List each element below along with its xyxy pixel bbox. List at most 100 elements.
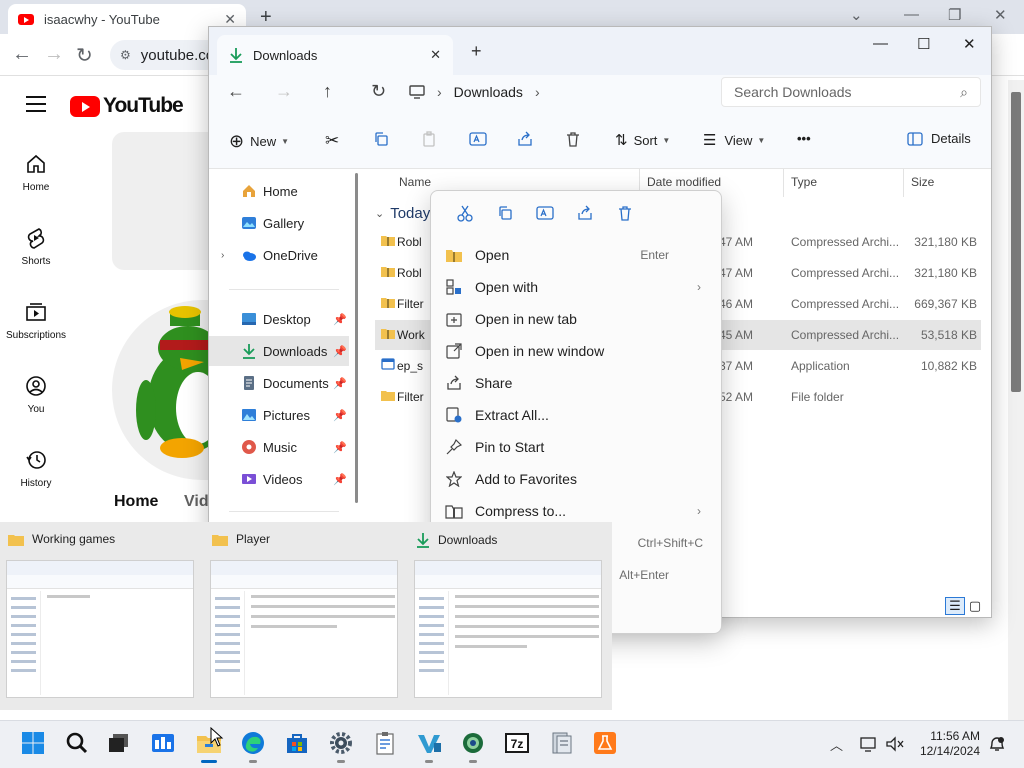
more-options-button[interactable]: •••: [797, 131, 811, 146]
back-arrow-icon[interactable]: ←: [12, 43, 32, 66]
copy-icon[interactable]: [373, 131, 389, 147]
taskbar-notepad[interactable]: [370, 728, 400, 758]
taskbar-store[interactable]: [282, 728, 312, 758]
minimize-explorer-button[interactable]: —: [873, 35, 888, 52]
menu-item-open-new-tab[interactable]: Open in new tab: [435, 303, 717, 335]
yt-nav-you[interactable]: You: [0, 374, 72, 415]
yt-nav-subscriptions[interactable]: Subscriptions: [0, 300, 72, 341]
sidebar-item-desktop[interactable]: Desktop 📌: [209, 304, 349, 334]
rename-icon[interactable]: [525, 205, 565, 221]
menu-item-open-with[interactable]: Open with ›: [435, 271, 717, 303]
menu-item-open[interactable]: Open Enter: [435, 239, 717, 271]
youtube-logo[interactable]: YouTube: [70, 94, 184, 118]
sidebar-item-documents[interactable]: Documents 📌: [209, 368, 349, 398]
sidebar-item-pictures[interactable]: Pictures 📌: [209, 400, 349, 430]
forward-arrow-icon[interactable]: →: [275, 81, 293, 102]
thumbnail-downloads[interactable]: Downloads: [408, 522, 604, 710]
column-divider[interactable]: [903, 169, 904, 197]
delete-icon[interactable]: [605, 205, 645, 221]
group-header-today[interactable]: ⌄ Today: [375, 205, 430, 222]
sidebar-item-music[interactable]: Music 📌: [209, 432, 349, 462]
large-icons-view-icon[interactable]: ▢: [965, 597, 985, 615]
taskbar-7zip[interactable]: 7z: [502, 728, 532, 758]
task-view-button[interactable]: [104, 728, 134, 758]
new-explorer-tab-button[interactable]: +: [471, 41, 482, 62]
taskbar-settings[interactable]: [326, 728, 356, 763]
explorer-tab-downloads[interactable]: Downloads ✕: [217, 35, 453, 75]
details-view-icon[interactable]: ☰: [945, 597, 965, 615]
close-tab-icon[interactable]: ✕: [430, 47, 441, 63]
start-button[interactable]: [18, 728, 48, 758]
paste-icon[interactable]: [421, 131, 437, 147]
pin-icon[interactable]: 📌: [333, 345, 347, 358]
share-icon[interactable]: [517, 131, 533, 147]
refresh-icon[interactable]: ↻: [371, 81, 386, 102]
view-button[interactable]: ☰ View ▼: [703, 131, 765, 149]
menu-item-open-new-window[interactable]: Open in new window: [435, 335, 717, 367]
breadcrumb-chevron-icon[interactable]: ›: [437, 84, 442, 100]
explorer-search-box[interactable]: Search Downloads ⌕: [721, 77, 981, 107]
sort-button[interactable]: ⇅ Sort ▼: [615, 131, 670, 149]
up-arrow-icon[interactable]: ↑: [323, 81, 332, 102]
collapse-chevron-icon[interactable]: ⌄: [375, 207, 384, 220]
yt-nav-shorts[interactable]: Shorts: [0, 226, 72, 267]
maximize-explorer-button[interactable]: ☐: [917, 35, 930, 53]
pin-icon[interactable]: 📌: [333, 473, 347, 486]
rename-icon[interactable]: [469, 131, 487, 147]
cut-icon[interactable]: [445, 204, 485, 222]
minimize-browser-button[interactable]: —: [904, 6, 919, 23]
channel-tab-home[interactable]: Home: [114, 493, 158, 511]
taskbar-search-button[interactable]: [62, 728, 92, 758]
new-button[interactable]: ⊕ New ▼: [229, 131, 289, 152]
forward-arrow-icon[interactable]: →: [44, 43, 64, 66]
site-info-icon[interactable]: ⚙: [120, 48, 131, 62]
menu-item-add-favorites[interactable]: Add to Favorites: [435, 463, 717, 495]
scrollbar-thumb[interactable]: [1011, 92, 1021, 392]
details-pane-button[interactable]: Details: [907, 131, 971, 146]
sidebar-item-videos[interactable]: Videos 📌: [209, 464, 349, 494]
yt-nav-home[interactable]: Home: [0, 152, 72, 193]
sidebar-item-gallery[interactable]: Gallery: [209, 208, 349, 238]
menu-item-extract-all[interactable]: Extract All...: [435, 399, 717, 431]
sidebar-scrollbar[interactable]: [355, 173, 358, 503]
sidebar-item-downloads[interactable]: Downloads 📌: [209, 336, 349, 366]
restore-browser-button[interactable]: ❐: [948, 6, 961, 24]
pin-icon[interactable]: 📌: [333, 409, 347, 422]
close-explorer-button[interactable]: ✕: [963, 35, 976, 53]
breadcrumb-downloads[interactable]: Downloads: [454, 84, 523, 100]
column-header-type[interactable]: Type: [791, 175, 817, 189]
thumbnail-working-games[interactable]: Working games: [0, 522, 196, 710]
taskbar-visual-studio[interactable]: [414, 728, 444, 763]
sidebar-item-onedrive[interactable]: OneDrive: [209, 240, 349, 270]
network-status-icon[interactable]: [860, 736, 878, 752]
taskbar-browser-app[interactable]: [458, 728, 488, 763]
breadcrumb-chevron-icon[interactable]: ›: [535, 84, 540, 100]
taskbar-widgets[interactable]: [148, 728, 178, 758]
sidebar-item-home[interactable]: Home: [209, 176, 349, 206]
taskbar-archive-tool[interactable]: [546, 728, 576, 758]
yt-nav-history[interactable]: History: [0, 448, 72, 489]
tab-search-chevron-icon[interactable]: ⌄: [850, 6, 863, 24]
menu-item-pin-to-start[interactable]: Pin to Start: [435, 431, 717, 463]
cut-icon[interactable]: ✂: [325, 131, 339, 151]
close-tab-icon[interactable]: ✕: [224, 11, 236, 28]
delete-icon[interactable]: [565, 131, 581, 147]
taskbar-flask-app[interactable]: [590, 728, 620, 758]
channel-avatar[interactable]: [112, 300, 222, 480]
volume-muted-icon[interactable]: [886, 736, 904, 752]
system-clock[interactable]: 11:56 AM 12/14/2024: [918, 729, 980, 759]
pin-icon[interactable]: 📌: [333, 313, 347, 326]
reload-icon[interactable]: ↻: [76, 43, 93, 68]
notification-bell-icon[interactable]: [988, 735, 1006, 753]
page-scrollbar[interactable]: [1008, 80, 1024, 720]
thumbnail-player[interactable]: Player: [204, 522, 400, 710]
column-divider[interactable]: [783, 169, 784, 197]
explorer-address-bar[interactable]: › Downloads ›: [409, 77, 709, 107]
column-header-date[interactable]: Date modified: [647, 175, 721, 189]
channel-tab-videos[interactable]: Vid: [184, 493, 209, 511]
menu-hamburger-icon[interactable]: [26, 96, 46, 117]
pin-icon[interactable]: 📌: [333, 377, 347, 390]
taskbar-edge[interactable]: [238, 728, 268, 763]
column-header-name[interactable]: Name: [399, 175, 431, 189]
share-icon[interactable]: [565, 205, 605, 221]
